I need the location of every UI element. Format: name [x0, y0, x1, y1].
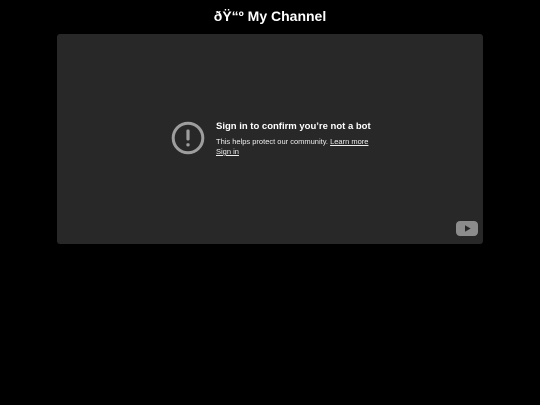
youtube-logo-icon[interactable]	[456, 221, 478, 236]
learn-more-link[interactable]: Learn more	[330, 137, 368, 146]
sign-in-message: Sign in to confirm you’re not a bot This…	[216, 121, 416, 157]
sign-in-link[interactable]: Sign in	[216, 147, 239, 156]
alert-circle-icon	[171, 121, 205, 155]
page: ðŸ“º My Channel Sign in to confirm you’r…	[0, 0, 540, 405]
message-body: This helps protect our community. Learn …	[216, 137, 416, 157]
page-title: ðŸ“º My Channel	[213, 8, 327, 24]
message-text: This helps protect our community.	[216, 137, 328, 146]
message-title: Sign in to confirm you’re not a bot	[216, 121, 371, 132]
